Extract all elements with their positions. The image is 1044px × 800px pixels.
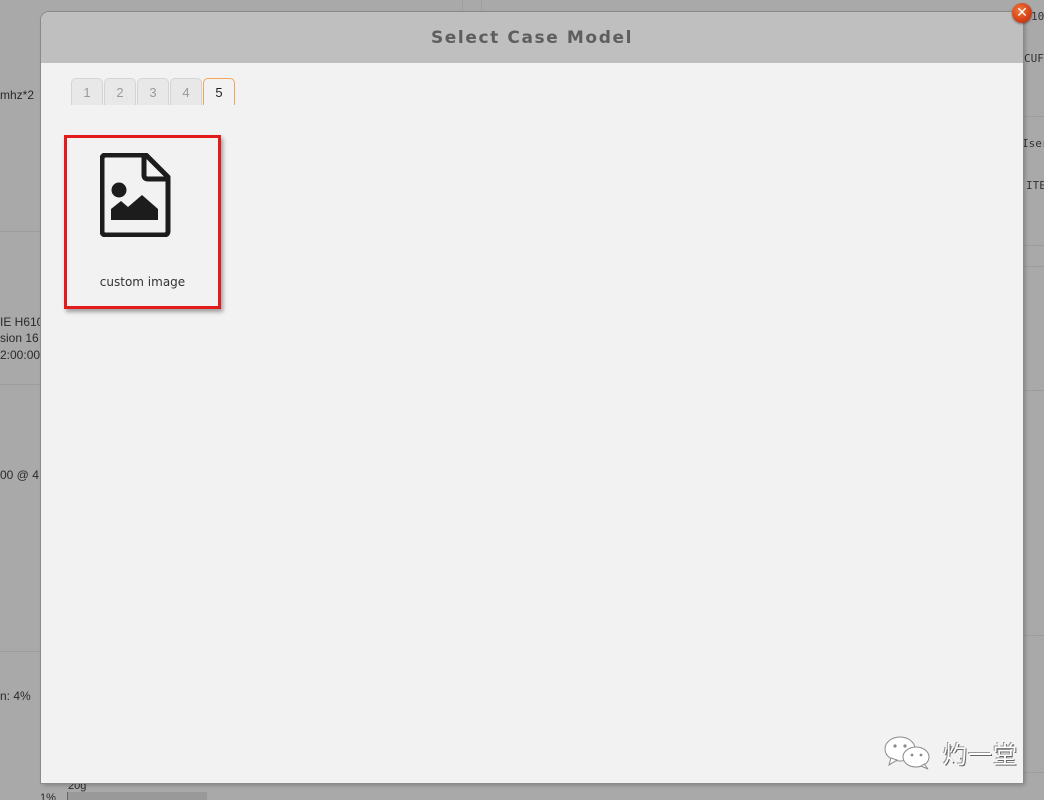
bg-text: 1% xyxy=(40,792,56,800)
case-model-custom-image[interactable]: custom image xyxy=(64,135,221,309)
bg-divider xyxy=(1023,635,1044,636)
bg-divider xyxy=(1023,266,1044,267)
close-button[interactable]: ✕ xyxy=(1012,3,1032,23)
bg-progress-bar xyxy=(67,792,207,800)
bg-text: mhz*2 xyxy=(0,88,35,102)
bg-text: 00 @ 4 xyxy=(0,468,39,482)
select-case-model-dialog: Select Case Model 1 2 3 4 5 custom image… xyxy=(41,12,1023,783)
page-tabs: 1 2 3 4 5 xyxy=(71,78,235,105)
wechat-icon xyxy=(884,736,930,770)
bg-text: 10 xyxy=(1031,10,1044,23)
tab-page-5[interactable]: 5 xyxy=(203,78,235,105)
bg-divider xyxy=(0,651,41,652)
tab-page-4[interactable]: 4 xyxy=(170,78,202,105)
watermark: 灼一堂 xyxy=(881,734,1018,770)
tab-page-1[interactable]: 1 xyxy=(71,78,103,105)
bg-divider xyxy=(1023,390,1044,391)
bg-text: ITE xyxy=(1026,179,1044,192)
close-icon: ✕ xyxy=(1016,5,1028,21)
dialog-title: Select Case Model xyxy=(430,27,634,48)
tab-page-3[interactable]: 3 xyxy=(137,78,169,105)
bg-text: sion 16 xyxy=(0,331,39,345)
bg-divider xyxy=(1023,245,1044,246)
bg-text: n: 4% xyxy=(0,689,31,703)
watermark-text: 灼一堂 xyxy=(943,740,1018,769)
tab-page-2[interactable]: 2 xyxy=(104,78,136,105)
bg-divider xyxy=(0,384,41,385)
bg-divider xyxy=(1023,772,1044,773)
image-file-icon xyxy=(100,153,171,237)
case-model-label: custom image xyxy=(99,275,186,289)
bg-text: Iser xyxy=(1022,137,1044,150)
bg-divider xyxy=(0,231,41,232)
bg-text: CUF xyxy=(1024,52,1044,65)
dialog-header: Select Case Model xyxy=(41,12,1023,63)
bg-divider xyxy=(1023,116,1044,117)
bg-text: IE H610 xyxy=(0,315,44,329)
bg-text: 2:00:00 xyxy=(0,348,41,362)
